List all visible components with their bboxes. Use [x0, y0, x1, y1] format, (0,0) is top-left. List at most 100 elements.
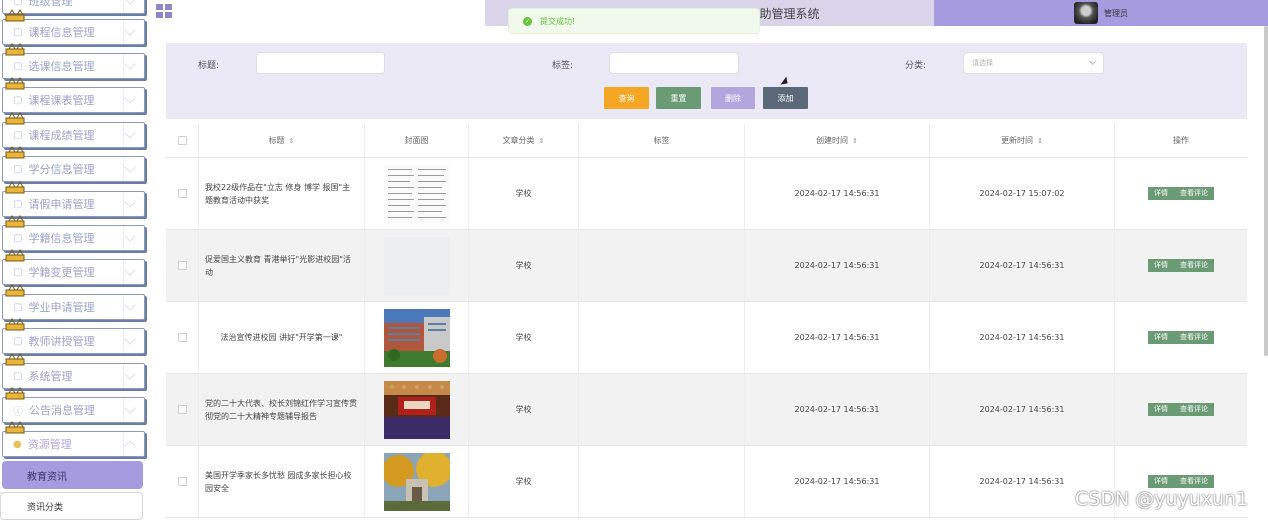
table-row: 促爱国主义教育 青港举行"光影进校园"活动 学校 2024-02-17 14:5…: [166, 230, 1247, 302]
row-created: 2024-02-17 14:56:31: [745, 374, 930, 445]
sidebar-item-label: 请假申请管理: [28, 198, 95, 211]
row-category: 学校: [469, 302, 579, 373]
table-row: 党的二十大代表、校长刘锦红作学习宣传贯彻党的二十大精神专题辅导报告 学校 202…: [166, 374, 1247, 446]
row-updated: 2024-02-17 14:56:31: [930, 374, 1115, 445]
user-menu[interactable]: 管理员: [934, 0, 1268, 26]
reset-button[interactable]: 重置: [656, 87, 701, 109]
row-created: 2024-02-17 14:56:31: [745, 446, 930, 517]
column-header-updated[interactable]: 更新时间 ⇕: [930, 124, 1115, 158]
row-tag: [579, 158, 745, 229]
tag-decoration-icon: [5, 9, 25, 22]
chevron-down-icon: [124, 92, 136, 104]
tag-decoration-icon: [5, 249, 25, 262]
sidebar-item-label: 资源管理: [27, 438, 72, 451]
check-circle-icon: ✓: [523, 16, 532, 26]
chevron-down-icon: [124, 0, 136, 5]
row-created: 2024-02-17 14:56:31: [745, 230, 930, 301]
column-header-category[interactable]: 文章分类 ⇕: [469, 124, 579, 158]
cover-image-blank: [383, 236, 450, 295]
view-comments-button[interactable]: 查看评论: [1174, 331, 1214, 344]
tag-decoration-icon: [5, 387, 25, 400]
category-label: 分类:: [905, 61, 927, 71]
chevron-down-icon: [124, 402, 136, 414]
success-toast: ✓ 提交成功!: [508, 8, 760, 34]
row-updated: 2024-02-17 14:56:31: [930, 302, 1115, 373]
avatar[interactable]: [1074, 2, 1098, 24]
category-placeholder: 请选择: [972, 59, 993, 67]
folder-icon: ▢: [13, 60, 23, 72]
row-checkbox[interactable]: [177, 333, 187, 342]
sidebar-subitem-education-news[interactable]: 教育资讯: [2, 461, 143, 489]
row-checkbox[interactable]: [177, 405, 187, 414]
folder-icon: ▢: [13, 232, 23, 244]
row-tag: [579, 230, 745, 301]
sort-icon[interactable]: ⇕: [289, 137, 295, 145]
title-input[interactable]: [256, 52, 385, 74]
chevron-down-icon: [124, 230, 136, 242]
sidebar-subitem-news-category[interactable]: 资讯分类: [0, 492, 143, 520]
app-root: ▢ 班级管理 ▢ 课程信息管理 ▢ 选课信息管理 ▢ 课程课表管理 ▢ 课程成绩管理 ▢ 学…: [0, 0, 1268, 521]
folder-icon: ▢: [13, 198, 23, 210]
tag-decoration-icon: [5, 146, 25, 159]
tag-input[interactable]: [609, 52, 739, 74]
sidebar-item-label: 班级管理: [28, 0, 73, 8]
row-category: 学校: [469, 158, 579, 229]
sidebar-item-label: 课程信息管理: [28, 26, 95, 39]
column-header-tag: 标签: [579, 124, 745, 158]
sort-icon[interactable]: ⇕: [852, 137, 858, 145]
chevron-down-icon: [124, 299, 136, 311]
row-checkbox[interactable]: [177, 261, 187, 270]
row-category: 学校: [469, 446, 579, 517]
view-comments-button[interactable]: 查看评论: [1174, 475, 1214, 488]
chevron-down-icon: [124, 127, 136, 139]
sidebar-item-label: 教师讲授管理: [28, 335, 95, 348]
detail-button[interactable]: 详情: [1148, 331, 1174, 344]
tag-decoration-icon: [5, 43, 25, 56]
select-all-checkbox[interactable]: [177, 136, 187, 145]
tag-decoration-icon: [5, 284, 25, 297]
select-all-header[interactable]: [166, 124, 199, 158]
view-comments-button[interactable]: 查看评论: [1174, 187, 1214, 200]
view-comments-button[interactable]: 查看评论: [1174, 403, 1214, 416]
query-button[interactable]: 查询: [604, 87, 649, 109]
tag-decoration-icon: [5, 77, 25, 90]
sort-icon[interactable]: ⇕: [539, 137, 545, 145]
sidebar-item-label: 学分信息管理: [28, 163, 95, 176]
grid-menu-icon[interactable]: [156, 4, 172, 18]
sidebar-item-label: 课程成绩管理: [28, 129, 95, 142]
row-checkbox[interactable]: [177, 477, 187, 486]
vertical-scrollbar[interactable]: [1264, 26, 1268, 356]
row-tag: [579, 374, 745, 445]
row-tag: [579, 302, 745, 373]
folder-icon: ▢: [13, 129, 23, 141]
folder-icon: ▢: [13, 370, 23, 382]
tag-decoration-icon: [5, 318, 25, 331]
category-select[interactable]: 请选择: [963, 52, 1104, 74]
column-header-title[interactable]: 标题 ⇕: [199, 124, 365, 158]
row-created: 2024-02-17 14:56:31: [745, 158, 930, 229]
row-checkbox[interactable]: [177, 189, 187, 198]
column-header-created[interactable]: 创建时间 ⇕: [745, 124, 930, 158]
row-category: 学校: [469, 230, 579, 301]
tag-decoration-icon: [5, 353, 25, 366]
sidebar-item-label: 系统管理: [28, 370, 73, 383]
folder-icon: ▢: [13, 94, 23, 106]
view-comments-button[interactable]: 查看评论: [1174, 259, 1214, 272]
detail-button[interactable]: 详情: [1148, 403, 1174, 416]
delete-button[interactable]: 删除: [711, 87, 755, 109]
search-panel: 标题: 标签: 分类: 请选择 查询 重置 删除 添加: [166, 43, 1247, 119]
row-created: 2024-02-17 14:56:31: [745, 302, 930, 373]
row-title: 美国开学季家长多忧愁 园成多家长担心校园安全: [199, 446, 365, 517]
detail-button[interactable]: 详情: [1148, 259, 1174, 272]
detail-button[interactable]: 详情: [1148, 475, 1174, 488]
sort-icon[interactable]: ⇕: [1037, 137, 1043, 145]
detail-button[interactable]: 详情: [1148, 187, 1174, 200]
row-category: 学校: [469, 374, 579, 445]
folder-icon: ▢: [13, 163, 23, 175]
info-icon: ⓘ: [13, 406, 23, 418]
column-header-cover: 封面图: [365, 124, 469, 158]
add-button[interactable]: 添加: [763, 87, 808, 109]
cover-image-autumn-trees: [383, 452, 450, 511]
cover-image-auditorium: [383, 380, 450, 439]
dot-icon: ●: [13, 438, 22, 450]
